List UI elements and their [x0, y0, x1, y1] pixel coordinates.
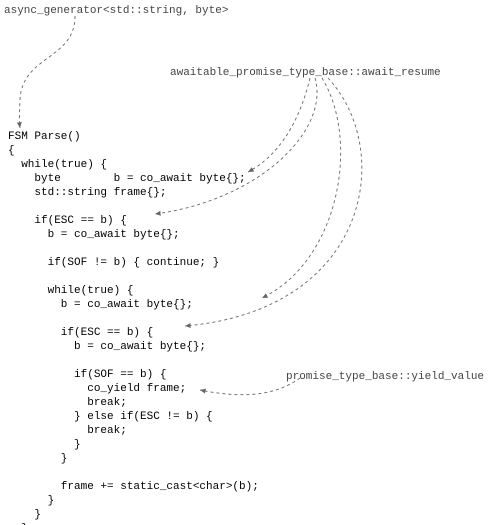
- arrow-async-to-fsm: [20, 16, 75, 128]
- code-block: FSM Parse() { while(true) { byte b = co_…: [8, 130, 259, 525]
- label-async-generator: async_generator<std::string, byte>: [4, 4, 228, 18]
- code-text: FSM Parse() { while(true) { byte b = co_…: [8, 130, 259, 525]
- arrow-await-to-inner-coawait: [262, 78, 341, 298]
- label-await-resume: awaitable_promise_type_base::await_resum…: [170, 66, 441, 80]
- label-yield-value: promise_type_base::yield_value: [286, 370, 484, 384]
